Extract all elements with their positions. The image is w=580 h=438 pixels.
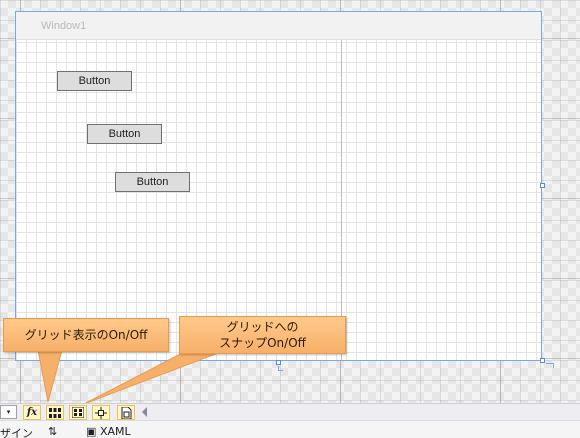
callout-grid-snap-line1: グリッドへの xyxy=(226,320,299,334)
zoom-dropdown[interactable]: ▾ xyxy=(0,405,17,419)
tab-xaml[interactable]: XAML xyxy=(100,425,131,438)
callout-grid-display: グリッド表示のOn/Off xyxy=(3,318,169,352)
grid-column-divider[interactable] xyxy=(341,40,342,360)
snap-to-grid-icon xyxy=(72,407,84,418)
show-grid-button[interactable] xyxy=(46,405,64,420)
wpf-button-3[interactable]: Button xyxy=(115,172,190,192)
formula-fx-icon: fx xyxy=(26,407,38,418)
callout-grid-snap-line2: スナップOn/Off xyxy=(219,336,306,350)
swap-panes-icon[interactable]: ⇅ xyxy=(48,425,57,438)
window-title: Window1 xyxy=(41,20,87,32)
project-code-icon xyxy=(121,406,131,419)
tab-design[interactable]: ザイン xyxy=(0,425,33,438)
xaml-icon: ▣ xyxy=(86,425,97,438)
window-title-bar[interactable]: Window1 xyxy=(16,12,541,40)
view-tab-strip: ザイン ⇅ ▣ XAML xyxy=(0,420,580,438)
wpf-window[interactable]: Window1 Button Button Button xyxy=(15,11,542,361)
show-grid-icon xyxy=(49,407,61,418)
snap-to-grid-button[interactable] xyxy=(69,405,87,420)
formula-button[interactable]: fx xyxy=(23,405,41,420)
callout-grid-display-text: グリッド表示のOn/Off xyxy=(24,328,148,342)
resize-handle-bottom[interactable] xyxy=(276,360,281,365)
resize-handle-right[interactable] xyxy=(540,183,545,188)
designer-toolbar: ▾ fx xyxy=(0,403,580,420)
snap-to-snaplines-icon xyxy=(95,406,107,419)
resize-handle-corner[interactable] xyxy=(540,358,545,363)
extension-line xyxy=(278,370,283,371)
callout-grid-snap: グリッドへの スナップOn/Off xyxy=(179,316,346,354)
snap-to-snaplines-button[interactable] xyxy=(92,405,110,420)
wpf-button-1[interactable]: Button xyxy=(57,71,132,91)
extension-line xyxy=(553,363,554,368)
project-code-button[interactable] xyxy=(117,405,135,420)
scroll-left-icon[interactable] xyxy=(142,407,147,417)
wpf-button-2[interactable]: Button xyxy=(87,124,162,144)
chevron-down-icon: ▾ xyxy=(6,408,11,416)
